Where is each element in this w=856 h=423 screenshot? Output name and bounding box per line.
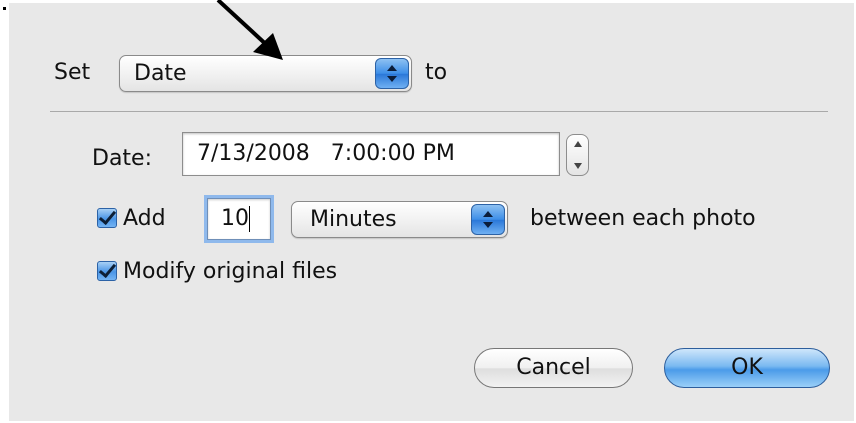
to-label: to: [425, 60, 448, 85]
popup-arrows-icon: [471, 204, 505, 235]
date-stepper[interactable]: [566, 134, 589, 176]
modify-checkbox[interactable]: [97, 261, 117, 281]
text-caret: [249, 206, 250, 232]
stepper-down-icon[interactable]: [574, 163, 582, 169]
add-amount-value: 10: [221, 206, 249, 231]
ok-button-label: OK: [731, 355, 763, 380]
add-amount-field[interactable]: 10: [207, 198, 271, 240]
date-value: 7/13/2008 7:00:00 PM: [197, 141, 455, 166]
set-attribute-popup[interactable]: Date: [119, 55, 412, 92]
modify-label: Modify original files: [123, 259, 338, 284]
stepper-up-icon[interactable]: [574, 141, 582, 147]
between-label: between each photo: [530, 206, 756, 231]
ok-button[interactable]: OK: [664, 348, 830, 388]
set-label: Set: [54, 60, 91, 85]
add-checkbox[interactable]: [97, 208, 117, 228]
cancel-button-label: Cancel: [516, 355, 591, 380]
date-label: Date:: [92, 146, 152, 171]
separator: [50, 111, 828, 112]
cancel-button[interactable]: Cancel: [474, 348, 633, 388]
unit-popup[interactable]: Minutes: [291, 201, 508, 238]
unit-value: Minutes: [310, 207, 397, 232]
set-attribute-value: Date: [134, 61, 187, 86]
stray-dot: [3, 7, 6, 10]
popup-arrows-icon: [375, 58, 409, 89]
date-field[interactable]: 7/13/2008 7:00:00 PM: [182, 132, 560, 176]
add-label: Add: [123, 206, 166, 231]
